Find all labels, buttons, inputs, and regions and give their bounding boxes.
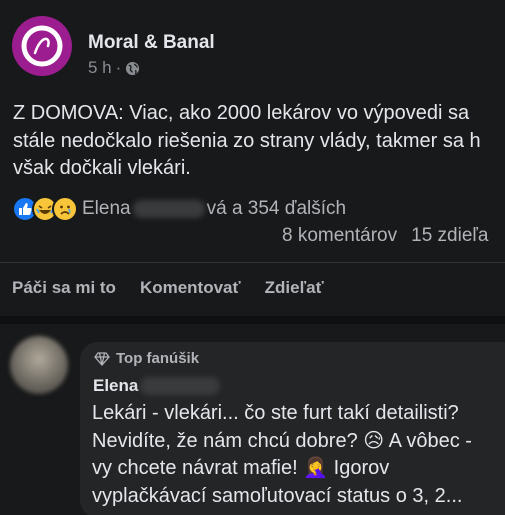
reactions-summary[interactable]: Elena vá a 354 ďalších: [12, 196, 346, 222]
engagement-counts: 8 komentárov 15 zdieľa: [282, 225, 489, 247]
commenter-name[interactable]: Elena: [93, 376, 222, 396]
page-avatar[interactable]: [12, 16, 72, 76]
post-text-line: Z DOMOVA: Viac, ako 2000 lekárov vo výpo…: [13, 102, 470, 124]
commenter-first-name[interactable]: Elena: [93, 376, 138, 396]
comment-bubble: Top fanúšik Elena Lekári - vlekári... čo…: [80, 342, 505, 515]
globe-icon[interactable]: [125, 61, 140, 76]
post-meta: 5 h ·: [88, 58, 215, 78]
post-text: Z DOMOVA: Viac, ako 2000 lekárov vo výpo…: [13, 100, 505, 183]
reactions-others[interactable]: vá a 354 ďalších: [207, 198, 347, 220]
brand-logo-icon: [21, 25, 63, 67]
like-button[interactable]: Páči sa mi to: [12, 278, 116, 298]
section-separator: [0, 316, 505, 324]
reaction-icons: [12, 196, 78, 222]
diamond-icon: [94, 351, 110, 366]
sad-emoji-icon: [52, 196, 78, 222]
comment-text-line: vy chcete návrat mafie! 🤦‍♀️ Igorov: [92, 457, 390, 479]
badge-label: Top fanúšik: [116, 350, 200, 367]
post-actions: Páči sa mi to Komentovať Zdieľať: [12, 278, 348, 298]
blurred-name: [132, 200, 205, 218]
comment-text-line: Lekári - vlekári... čo ste furt takí det…: [92, 402, 459, 424]
divider: [0, 262, 505, 263]
page-name[interactable]: Moral & Banal: [88, 32, 215, 54]
comment-button[interactable]: Komentovať: [140, 278, 241, 298]
post-text-line: stále nedočkalo riešenia zo strany vlády…: [13, 129, 481, 152]
comment-text: Lekári - vlekári... čo ste furt takí det…: [92, 400, 505, 510]
comment-text-line: Nevidíte, že nám chcú dobre? 😥 A vôbec -: [92, 429, 472, 452]
top-fan-badge: Top fanúšik: [94, 350, 199, 367]
comment-text-line: vyplačkávací samoľutovací status o 3, 2.…: [92, 484, 463, 507]
shares-count[interactable]: 15 zdieľa: [411, 225, 488, 246]
blurred-name: [140, 377, 221, 395]
post-header: Moral & Banal 5 h ·: [12, 16, 215, 78]
share-button[interactable]: Zdieľať: [265, 278, 324, 298]
comments-count[interactable]: 8 komentárov: [282, 225, 397, 246]
commenter-avatar[interactable]: [10, 336, 68, 394]
reactor-name[interactable]: Elena: [82, 198, 131, 220]
meta-separator: ·: [115, 58, 122, 77]
post-text-line: však dočkali vlekári.: [13, 157, 191, 179]
post-time[interactable]: 5 h: [88, 58, 112, 78]
